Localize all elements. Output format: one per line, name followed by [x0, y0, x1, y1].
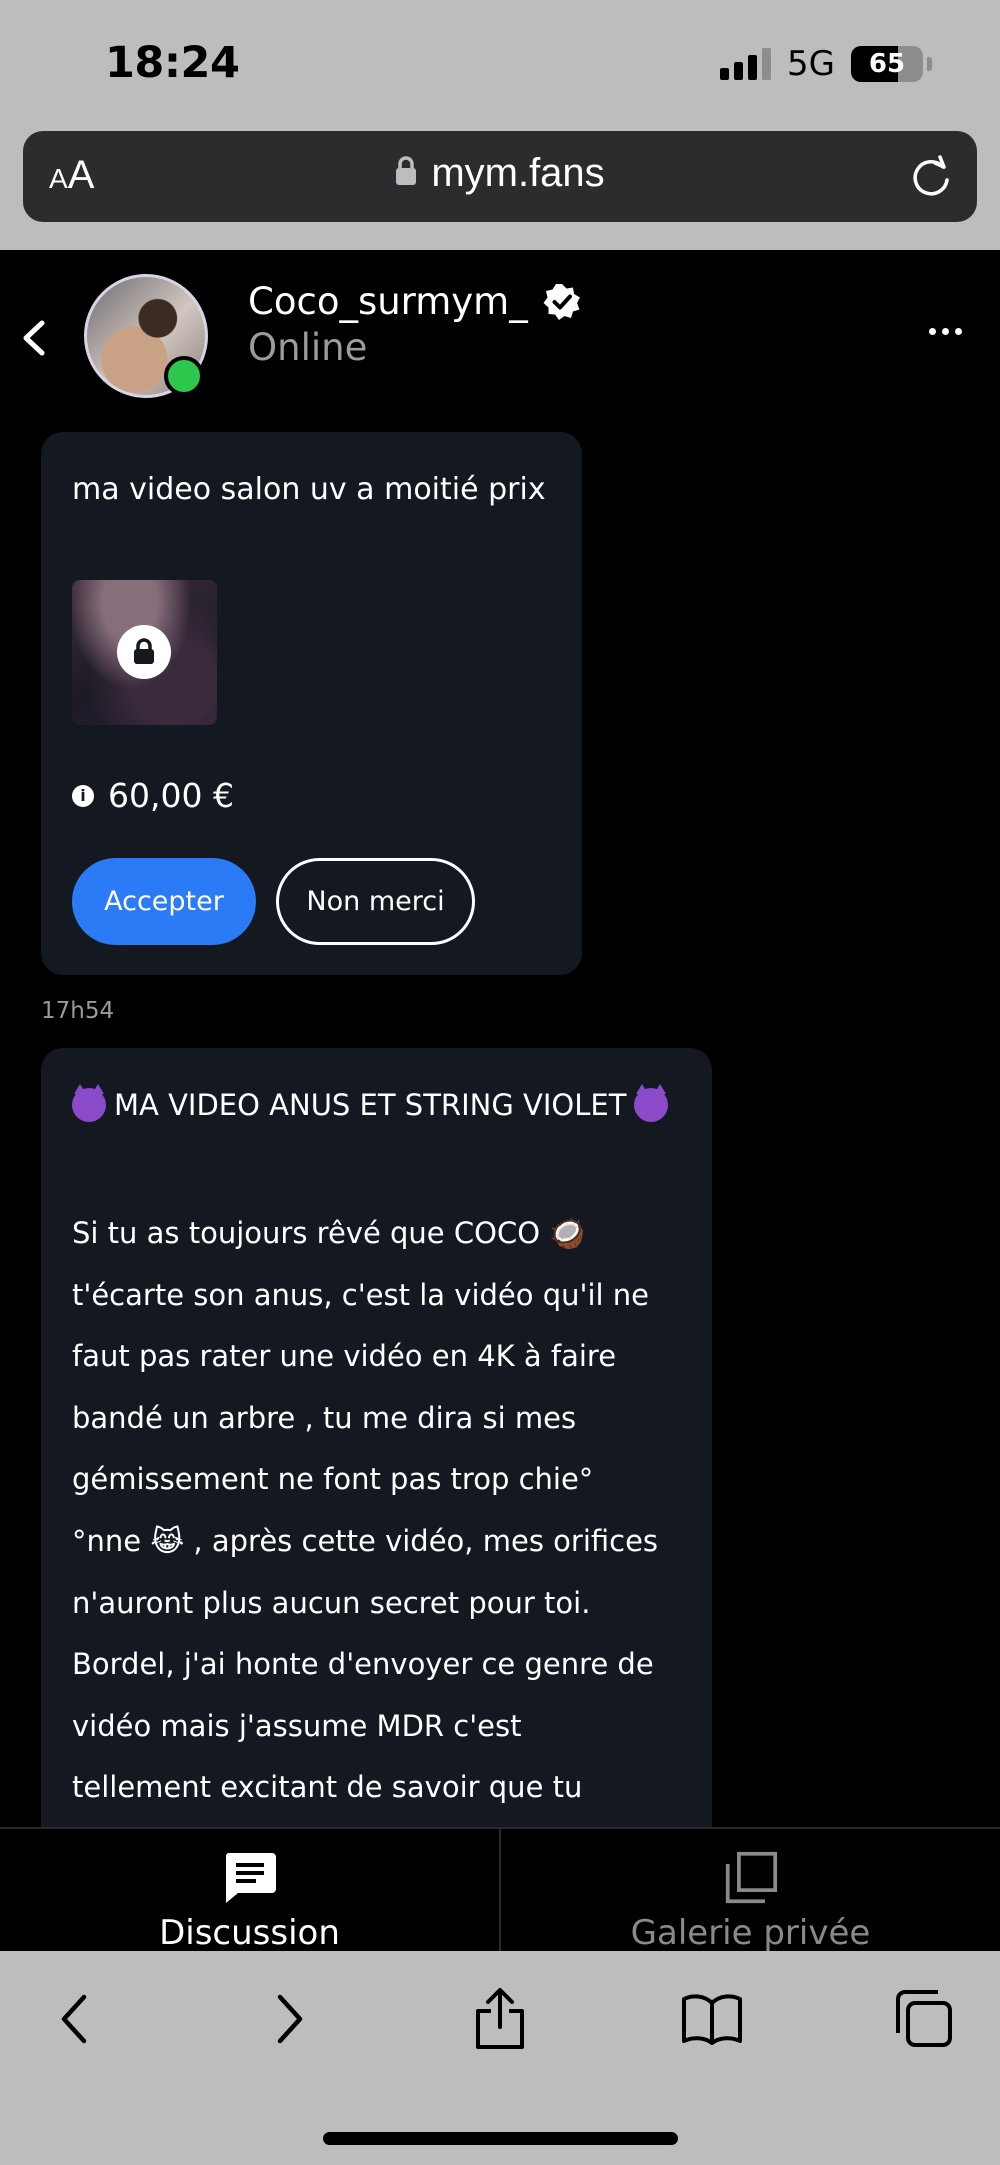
home-indicator-bar [323, 2132, 678, 2145]
promo-message-body: Si tu as toujours rêvé que COCO 🥥 t'écar… [72, 1216, 659, 1805]
chat-bubble-icon [225, 1853, 276, 1903]
browser-back-icon[interactable] [42, 1987, 106, 2051]
safari-top-bar: 18:24 5G 65 AA mym.fans [0, 0, 1000, 250]
reload-icon[interactable] [909, 153, 953, 199]
username-text: Coco_surmym_ [248, 280, 528, 323]
back-arrow-icon[interactable] [14, 315, 54, 361]
verified-badge-icon [543, 283, 580, 320]
share-icon[interactable] [468, 1987, 532, 2051]
tabs-icon[interactable] [892, 1987, 956, 2051]
status-time: 18:24 [105, 38, 240, 88]
url-text: mym.fans [431, 151, 605, 195]
chat-status: Online [248, 326, 368, 369]
offer-message-text: ma video salon uv a moitié prix [72, 472, 546, 507]
online-indicator [164, 356, 204, 396]
battery-level: 65 [868, 49, 906, 79]
offer-message-bubble: ma video salon uv a moitié prix i 60,00 … [41, 432, 582, 975]
devil-emoji-icon [634, 1084, 669, 1122]
battery-tip [927, 57, 932, 71]
media-lock-icon [117, 625, 171, 679]
devil-emoji-icon [72, 1084, 106, 1122]
price-row: i 60,00 € [72, 776, 234, 815]
chat-header: Coco_surmym_ Online [0, 250, 1000, 420]
offer-price: 60,00 € [108, 776, 234, 815]
message-timestamp: 17h54 [41, 998, 115, 1024]
promo-title-text: MA VIDEO ANUS ET STRING VIOLET [114, 1088, 627, 1122]
tab-gallery-label: Galerie privée [630, 1913, 871, 1953]
battery-icon: 65 [851, 46, 923, 82]
promo-message-title: MA VIDEO ANUS ET STRING VIOLET [72, 1084, 669, 1122]
accept-button[interactable]: Accepter [72, 858, 256, 945]
address-bar[interactable]: AA mym.fans [23, 131, 977, 222]
tab-discussion-label: Discussion [159, 1913, 340, 1953]
signal-icon [720, 48, 772, 80]
tab-gallery[interactable]: Galerie privée [501, 1829, 1000, 1953]
status-indicators: 5G 65 [720, 44, 932, 84]
app-tab-bar: Discussion Galerie privée [0, 1827, 1000, 1953]
more-options-icon[interactable] [929, 328, 962, 335]
lock-icon [396, 156, 417, 186]
gallery-icon [725, 1851, 777, 1904]
promo-message-bubble: MA VIDEO ANUS ET STRING VIOLET Si tu as … [41, 1048, 712, 1828]
browser-forward-icon[interactable] [258, 1987, 322, 2051]
tab-discussion[interactable]: Discussion [0, 1829, 499, 1953]
decline-button[interactable]: Non merci [276, 858, 475, 945]
locked-media-thumbnail[interactable] [72, 580, 217, 725]
network-type: 5G [787, 44, 835, 84]
url-display[interactable]: mym.fans [23, 151, 977, 196]
chat-username[interactable]: Coco_surmym_ [248, 280, 582, 323]
bookmarks-icon[interactable] [680, 1987, 744, 2051]
info-icon: i [72, 784, 94, 807]
